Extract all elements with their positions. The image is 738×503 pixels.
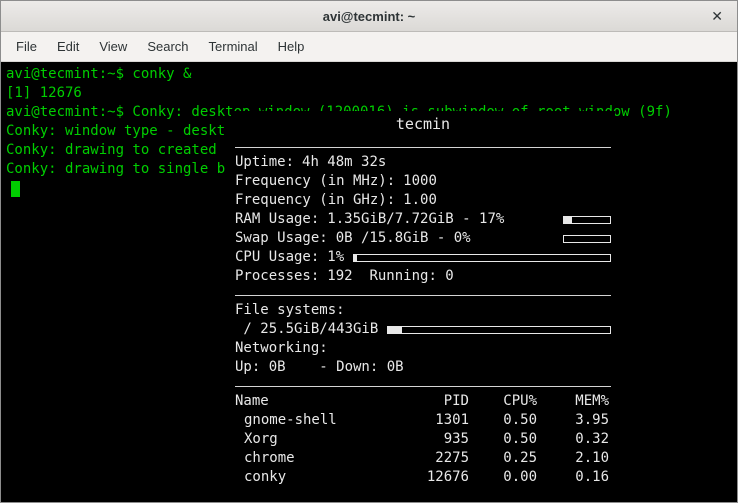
processes-label: Processes:	[235, 267, 319, 286]
process-header-pid: PID	[397, 392, 469, 411]
menu-item-help[interactable]: Help	[268, 34, 315, 59]
conky-divider	[235, 147, 611, 148]
uptime-label: Uptime:	[235, 153, 294, 172]
terminal-area[interactable]: avi@tecmint:~$ conky & [1] 12676 avi@tec…	[1, 62, 737, 502]
network-updown-row: Up: 0B - Down: 0B	[235, 358, 611, 377]
swap-usage-row: Swap Usage: 0B /15.8GiB - 0%	[235, 229, 611, 248]
menubar: File Edit View Search Terminal Help	[1, 32, 737, 62]
uptime-row: Uptime: 4h 48m 32s	[235, 153, 611, 172]
process-name: gnome-shell	[235, 411, 397, 430]
conky-divider	[235, 295, 611, 296]
network-updown-value: Up: 0B - Down: 0B	[235, 358, 404, 377]
process-mem: 0.32	[537, 430, 609, 449]
titlebar[interactable]: avi@tecmint: ~ ✕	[1, 1, 737, 32]
process-mem: 2.10	[537, 449, 609, 468]
process-pid: 12676	[397, 468, 469, 487]
processes-value: 192 Running: 0	[327, 267, 453, 286]
frequency-ghz-value: 1.00	[403, 191, 437, 210]
filesystem-root-row: / 25.5GiB/443GiB	[235, 320, 611, 339]
terminal-line: [1] 12676	[6, 84, 732, 103]
filesystem-usage-bar	[387, 326, 611, 334]
process-header-cpu: CPU%	[469, 392, 537, 411]
swap-usage-bar	[563, 235, 611, 243]
conky-hostname: tecmin	[235, 111, 611, 137]
process-header-name: Name	[235, 392, 397, 411]
menu-item-file[interactable]: File	[6, 34, 47, 59]
frequency-mhz-label: Frequency (in MHz):	[235, 172, 395, 191]
ram-usage-row: RAM Usage: 1.35GiB/7.72GiB - 17%	[235, 210, 611, 229]
menu-item-view[interactable]: View	[89, 34, 137, 59]
frequency-ghz-label: Frequency (in GHz):	[235, 191, 395, 210]
ram-usage-bar	[563, 216, 611, 224]
frequency-mhz-row: Frequency (in MHz): 1000	[235, 172, 611, 191]
process-cpu: 0.25	[469, 449, 537, 468]
uptime-value: 4h 48m 32s	[302, 153, 386, 172]
filesystems-title: File systems:	[235, 301, 611, 320]
processes-row: Processes: 192 Running: 0	[235, 267, 611, 286]
networking-title: Networking:	[235, 339, 611, 358]
swap-usage-value: 0B /15.8GiB - 0%	[336, 229, 471, 248]
process-cpu: 0.50	[469, 430, 537, 449]
swap-usage-label: Swap Usage:	[235, 229, 328, 248]
terminal-window: avi@tecmint: ~ ✕ File Edit View Search T…	[0, 0, 738, 503]
cpu-usage-bar	[353, 254, 611, 262]
process-pid: 2275	[397, 449, 469, 468]
process-name: Xorg	[235, 430, 397, 449]
conky-divider	[235, 386, 611, 387]
process-mem: 3.95	[537, 411, 609, 430]
cpu-usage-value: 1%	[327, 248, 344, 267]
process-table: Name PID CPU% MEM% gnome-shell 1301 0.50…	[235, 392, 611, 487]
menu-item-terminal[interactable]: Terminal	[199, 34, 268, 59]
process-name: conky	[235, 468, 397, 487]
terminal-line: avi@tecmint:~$ conky &	[6, 65, 732, 84]
process-header-mem: MEM%	[537, 392, 609, 411]
process-pid: 935	[397, 430, 469, 449]
cpu-usage-row: CPU Usage: 1%	[235, 248, 611, 267]
close-icon[interactable]: ✕	[705, 1, 729, 31]
frequency-mhz-value: 1000	[403, 172, 437, 191]
process-cpu: 0.00	[469, 468, 537, 487]
process-pid: 1301	[397, 411, 469, 430]
terminal-cursor	[11, 181, 20, 197]
ram-usage-value: 1.35GiB/7.72GiB - 17%	[327, 210, 504, 229]
process-name: chrome	[235, 449, 397, 468]
conky-overlay: tecmin Uptime: 4h 48m 32s Frequency (in …	[231, 111, 615, 502]
ram-usage-label: RAM Usage:	[235, 210, 319, 229]
process-mem: 0.16	[537, 468, 609, 487]
process-cpu: 0.50	[469, 411, 537, 430]
window-title: avi@tecmint: ~	[323, 9, 416, 24]
menu-item-search[interactable]: Search	[137, 34, 198, 59]
filesystem-root-value: / 25.5GiB/443GiB	[235, 320, 378, 339]
frequency-ghz-row: Frequency (in GHz): 1.00	[235, 191, 611, 210]
menu-item-edit[interactable]: Edit	[47, 34, 89, 59]
cpu-usage-label: CPU Usage:	[235, 248, 319, 267]
